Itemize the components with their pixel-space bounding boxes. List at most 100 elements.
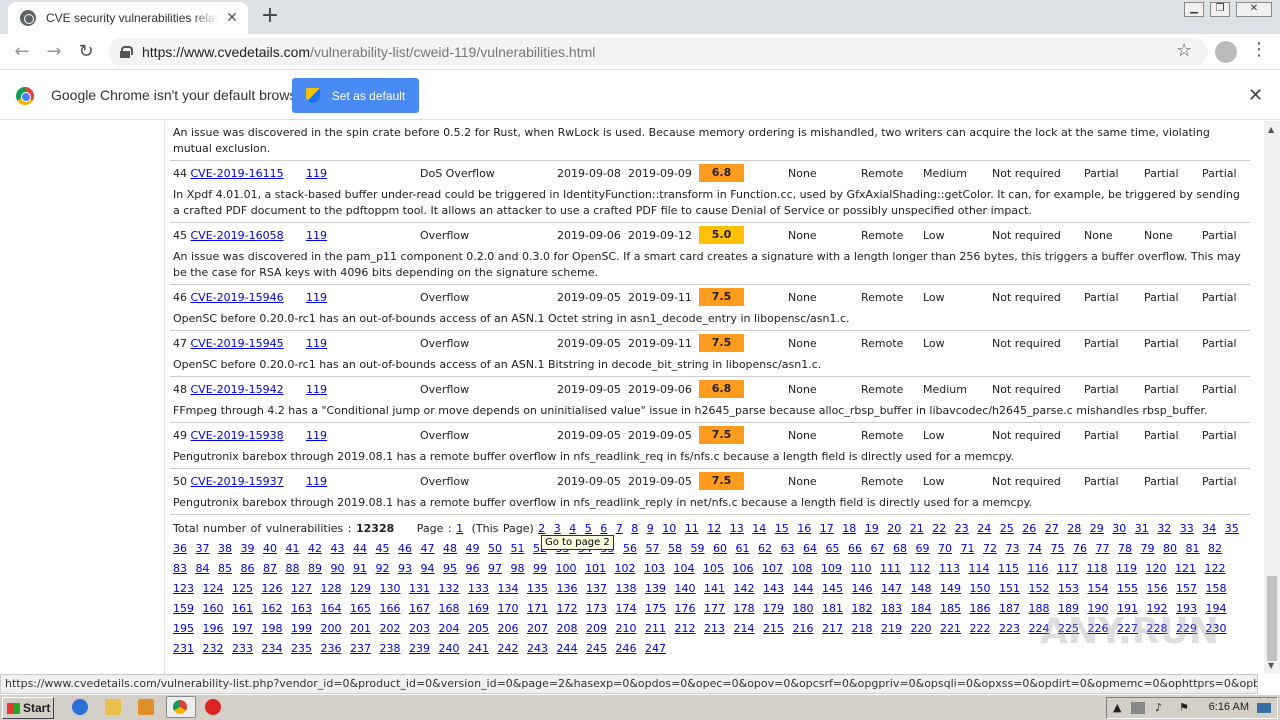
cwe-link[interactable]: 119 [306,167,327,180]
back-button[interactable]: ← [10,40,34,64]
page-link[interactable]: 105 [703,562,724,575]
infobar-close-button[interactable]: ✕ [1248,85,1263,106]
page-link[interactable]: 42 [308,542,322,555]
folder-icon[interactable] [105,699,121,715]
page-link[interactable]: 163 [291,602,312,615]
media-player-icon[interactable] [138,699,154,715]
cve-link[interactable]: CVE-2019-15938 [191,429,284,442]
page-link[interactable]: 19 [865,522,879,535]
page-link[interactable]: 213 [704,622,725,635]
page-link[interactable]: 30 [1112,522,1126,535]
start-button[interactable]: Start [2,697,54,719]
tab-close-button[interactable]: ✕ [224,10,240,26]
page-link[interactable]: 14 [752,522,766,535]
page-link[interactable]: 26 [1022,522,1036,535]
page-link[interactable]: 18 [842,522,856,535]
page-link[interactable]: 73 [1006,542,1020,555]
page-link[interactable]: 58 [668,542,682,555]
page-link[interactable]: 174 [616,602,637,615]
page-link[interactable]: 165 [350,602,371,615]
page-link[interactable]: 161 [232,602,253,615]
page-link[interactable]: 32 [1157,522,1171,535]
page-link[interactable]: 244 [557,642,578,655]
page-link[interactable]: 118 [1087,562,1108,575]
page-link[interactable]: 65 [826,542,840,555]
page-link[interactable]: 131 [409,582,430,595]
page-link[interactable]: 96 [466,562,480,575]
page-link[interactable]: 176 [675,602,696,615]
page-link[interactable]: 60 [713,542,727,555]
page-link[interactable]: 25 [1000,522,1014,535]
page-link[interactable]: 66 [848,542,862,555]
page-link[interactable]: 67 [871,542,885,555]
page-link[interactable]: 240 [439,642,460,655]
page-link[interactable]: 246 [616,642,637,655]
page-link[interactable]: 153 [1058,582,1079,595]
flag-icon[interactable]: ⚑ [1179,701,1189,714]
page-link-current[interactable]: 1 [456,522,463,535]
scroll-down-icon[interactable]: ▼ [1268,661,1274,670]
page-link[interactable]: 152 [1029,582,1050,595]
page-link[interactable]: 83 [173,562,187,575]
page-link[interactable]: 37 [196,542,210,555]
page-link[interactable]: 74 [1028,542,1042,555]
page-link[interactable]: 120 [1146,562,1167,575]
page-link[interactable]: 85 [218,562,232,575]
page-link[interactable]: 45 [376,542,390,555]
page-link[interactable]: 129 [350,582,371,595]
page-link[interactable]: 130 [380,582,401,595]
ie-icon[interactable] [72,699,88,715]
page-link[interactable]: 34 [1202,522,1216,535]
page-link[interactable]: 160 [203,602,224,615]
tray-arrow-icon[interactable]: ▲ [1113,701,1121,714]
page-link[interactable]: 50 [488,542,502,555]
volume-icon[interactable]: ♪ [1155,701,1162,714]
page-link[interactable]: 47 [421,542,435,555]
page-link[interactable]: 215 [763,622,784,635]
page-link[interactable]: 208 [557,622,578,635]
page-link[interactable]: 28 [1067,522,1081,535]
reload-button[interactable]: ↻ [74,40,98,64]
page-link[interactable]: 110 [851,562,872,575]
page-link[interactable]: 76 [1073,542,1087,555]
page-link[interactable]: 62 [758,542,772,555]
page-link[interactable]: 80 [1163,542,1177,555]
page-link[interactable]: 117 [1057,562,1078,575]
page-link[interactable]: 31 [1135,522,1149,535]
page-link[interactable]: 46 [398,542,412,555]
page-link[interactable]: 134 [498,582,519,595]
page-link[interactable]: 64 [803,542,817,555]
forward-button[interactable]: → [42,40,66,64]
page-link[interactable]: 205 [468,622,489,635]
page-link[interactable]: 93 [398,562,412,575]
page-link[interactable]: 92 [376,562,390,575]
page-link[interactable]: 22 [932,522,946,535]
cve-link[interactable]: CVE-2019-15946 [191,291,284,304]
page-link[interactable]: 155 [1117,582,1138,595]
page-link[interactable]: 27 [1045,522,1059,535]
browser-tab[interactable]: CVE security vulnerabilities related to … [8,2,248,34]
page-link[interactable]: 183 [881,602,902,615]
page-link[interactable]: 231 [173,642,194,655]
page-link[interactable]: 90 [331,562,345,575]
page-link[interactable]: 16 [797,522,811,535]
page-link[interactable]: 169 [468,602,489,615]
page-link[interactable]: 57 [646,542,660,555]
page-link[interactable]: 97 [488,562,502,575]
page-link[interactable]: 15 [775,522,789,535]
page-link[interactable]: 187 [999,602,1020,615]
page-link[interactable]: 149 [940,582,961,595]
page-link[interactable]: 233 [232,642,253,655]
cwe-link[interactable]: 119 [306,383,327,396]
page-link[interactable]: 95 [443,562,457,575]
page-link[interactable]: 39 [241,542,255,555]
network-icon[interactable] [1131,702,1145,714]
page-link[interactable]: 209 [586,622,607,635]
page-link[interactable]: 89 [308,562,322,575]
page-link[interactable]: 114 [969,562,990,575]
page-link[interactable]: 237 [350,642,371,655]
vertical-scrollbar[interactable]: ▲ ▼ [1264,121,1280,674]
page-link[interactable]: 107 [762,562,783,575]
page-link[interactable]: 211 [645,622,666,635]
close-window-button[interactable]: ✕ [1236,2,1272,17]
